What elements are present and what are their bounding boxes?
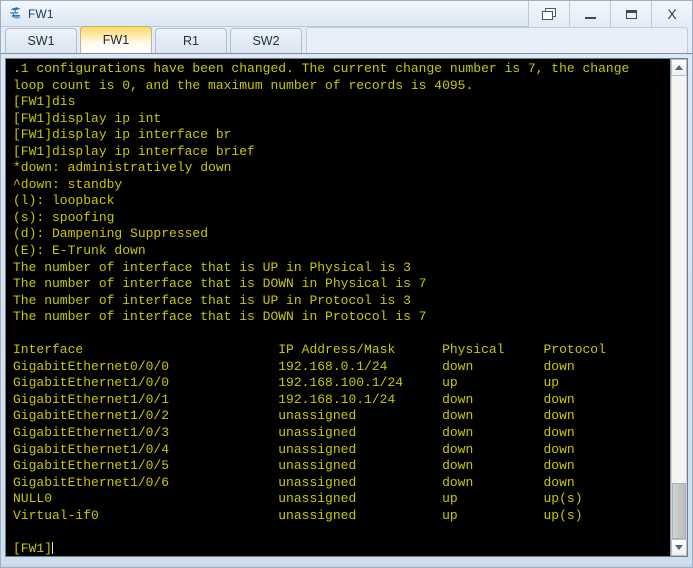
terminal-window: FW1 X SW1 FW1 R1 SW2 .1 configurations h… [0,0,693,568]
terminal-line: .1 configurations have been changed. The… [13,61,630,76]
tab-sw2[interactable]: SW2 [230,28,302,53]
terminal-line: GigabitEthernet1/0/4 unassigned down dow… [13,441,575,457]
title-bar: FW1 X [1,1,692,27]
terminal-scrollbar[interactable] [670,59,687,556]
terminal-line: GigabitEthernet1/0/3 unassigned down dow… [13,425,575,441]
maximize-button[interactable] [610,1,651,27]
terminal-line: ^down: standby [13,176,123,192]
network-device-icon [7,5,24,22]
tab-strip-filler [306,27,688,53]
terminal-line: GigabitEthernet1/0/6 unassigned down dow… [13,474,575,490]
terminal-line: The number of interface that is DOWN in … [13,276,427,292]
terminal-output[interactable]: .1 configurations have been changed. The… [6,59,670,556]
minimize-button[interactable] [569,1,610,27]
terminal-line: GigabitEthernet1/0/5 unassigned down dow… [13,458,575,474]
tab-label: R1 [183,34,199,48]
terminal-line: GigabitEthernet1/0/1 192.168.10.1/24 dow… [13,391,575,407]
restore-icon [542,8,556,20]
close-icon: X [667,6,677,22]
terminal-line: (d): Dampening Suppressed [13,226,209,242]
terminal-area: .1 configurations have been changed. The… [5,58,688,557]
terminal-line: GigabitEthernet1/0/2 unassigned down dow… [13,408,575,424]
text-cursor [52,541,54,554]
terminal-line: The number of interface that is UP in Ph… [13,259,411,275]
terminal-line: [FW1]display ip interface br [13,127,232,143]
window-controls: X [528,1,692,27]
scrollbar-thumb[interactable] [672,483,686,539]
terminal-line: Interface IP Address/Mask Physical Proto… [13,342,606,358]
terminal-line: loop count is 0, and the maximum number … [13,77,474,93]
scrollbar-track[interactable] [671,76,687,539]
scroll-down-button[interactable] [671,539,687,556]
close-button[interactable]: X [651,1,692,27]
chevron-up-icon [675,65,683,70]
window-bottom-strip [1,562,692,567]
chevron-down-icon [675,545,683,550]
restore-button[interactable] [528,1,569,27]
terminal-line: The number of interface that is UP in Pr… [13,292,411,308]
terminal-line: [FW1]dis [13,94,76,110]
minimize-icon [584,16,596,19]
device-tab-strip: SW1 FW1 R1 SW2 [1,26,692,54]
terminal-line: [FW1]display ip int [13,110,162,126]
scroll-up-button[interactable] [671,59,687,76]
terminal-line: NULL0 unassigned up up(s) [13,491,583,507]
tab-sw1[interactable]: SW1 [5,28,77,53]
terminal-prompt-line: [FW1] [13,540,54,556]
tab-label: SW2 [252,34,280,48]
terminal-line: *down: administratively down [13,160,232,176]
terminal-line: GigabitEthernet0/0/0 192.168.0.1/24 down… [13,358,575,374]
window-title: FW1 [28,6,54,21]
tab-r1[interactable]: R1 [155,28,227,53]
terminal-line: [FW1]display ip interface brief [13,143,255,159]
terminal-line: The number of interface that is DOWN in … [13,309,427,325]
terminal-line: (s): spoofing [13,209,115,225]
terminal-line: GigabitEthernet1/0/0 192.168.100.1/24 up… [13,375,560,391]
tab-label: SW1 [27,34,55,48]
terminal-line: (l): loopback [13,193,115,209]
maximize-icon [625,9,637,19]
terminal-line: Virtual-if0 unassigned up up(s) [13,507,583,523]
terminal-line: (E): E-Trunk down [13,243,146,259]
tab-label: FW1 [102,33,130,47]
tab-fw1[interactable]: FW1 [80,26,152,53]
